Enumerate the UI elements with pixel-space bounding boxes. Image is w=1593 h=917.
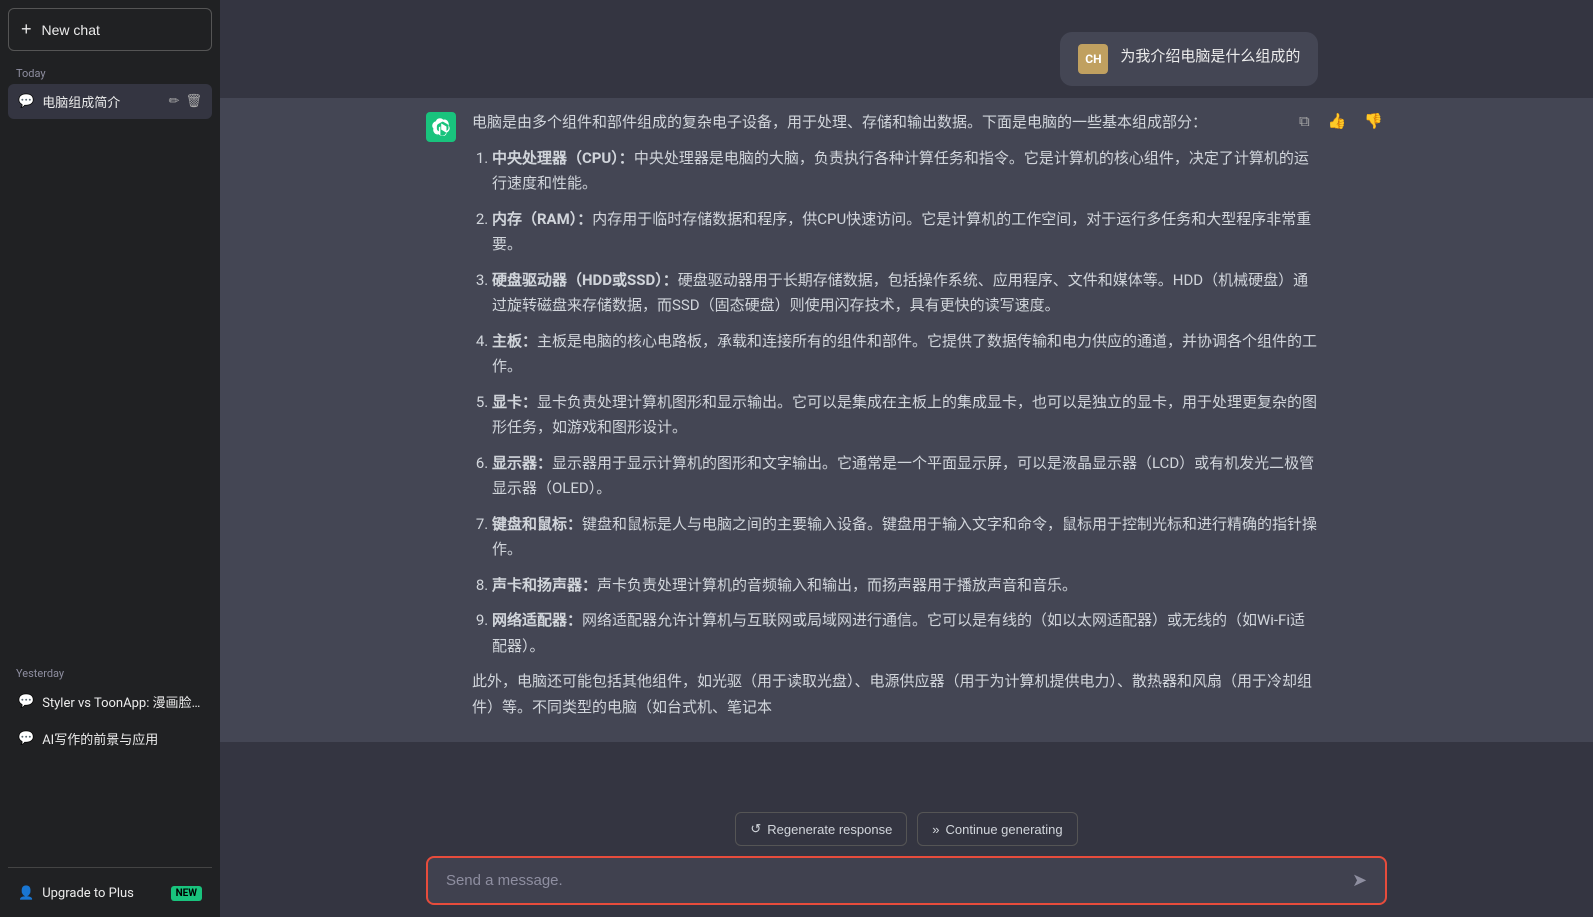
- regenerate-label: Regenerate response: [767, 822, 892, 837]
- continue-label: Continue generating: [946, 822, 1063, 837]
- component-4: 主板：主板是电脑的核心电路板，承载和连接所有的组件和部件。它提供了数据传输和电力…: [492, 329, 1318, 380]
- copy-icon[interactable]: ⧉: [1295, 110, 1314, 132]
- regenerate-icon: ↺: [750, 821, 761, 837]
- chat-item-left-3: 💬 AI写作的前景与应用: [18, 729, 202, 748]
- sidebar-bottom: 👤 Upgrade to Plus NEW: [8, 867, 212, 909]
- action-buttons-row: ↺ Regenerate response » Continue generat…: [735, 812, 1077, 846]
- assistant-intro-text: 电脑是由多个组件和部件组成的复杂电子设备，用于处理、存储和输出数据。下面是电脑的…: [472, 110, 1318, 136]
- component-3: 硬盘驱动器（HDD或SSD）：硬盘驱动器用于长期存储数据，包括操作系统、应用程序…: [492, 268, 1318, 319]
- continue-icon: »: [932, 822, 939, 837]
- chat-bubble-icon: 💬: [18, 94, 34, 109]
- send-button[interactable]: ➤: [1346, 866, 1373, 895]
- message-input-row: ➤: [426, 856, 1387, 905]
- user-avatar: CH: [1078, 44, 1108, 74]
- chat-item-yesterday-1[interactable]: 💬 Styler vs ToonApp: 漫画脸优差: [8, 684, 212, 719]
- chat-item-today-1[interactable]: 💬 电脑组成简介 ✏ 🗑: [8, 84, 212, 119]
- chat-item-left-2: 💬 Styler vs ToonApp: 漫画脸优差: [18, 692, 202, 711]
- chat-item-actions: ✏ 🗑: [169, 94, 202, 109]
- chat-item-left: 💬 电脑组成简介: [18, 92, 169, 111]
- gpt-avatar: [426, 112, 456, 142]
- edit-icon[interactable]: ✏: [169, 94, 180, 109]
- main-content: CH 为我介绍电脑是什么组成的 电脑是由多个组件和部件组成的复杂电子设备，用于处…: [220, 0, 1593, 917]
- upgrade-to-plus[interactable]: 👤 Upgrade to Plus NEW: [8, 878, 212, 909]
- chat-item-text-2: Styler vs ToonApp: 漫画脸优差: [42, 692, 202, 711]
- yesterday-section-label: Yesterday: [8, 661, 212, 684]
- plus-icon: +: [21, 19, 32, 40]
- component-8: 声卡和扬声器：声卡负责处理计算机的音频输入和输出，而扬声器用于播放声音和音乐。: [492, 573, 1318, 599]
- component-9: 网络适配器：网络适配器允许计算机与互联网或局域网进行通信。它可以是有线的（如以太…: [492, 608, 1318, 659]
- assistant-content: 电脑是由多个组件和部件组成的复杂电子设备，用于处理、存储和输出数据。下面是电脑的…: [426, 110, 1318, 730]
- component-1: 中央处理器（CPU）：中央处理器是电脑的大脑，负责执行各种计算任务和指令。它是计…: [492, 146, 1318, 197]
- thumbup-icon[interactable]: 👍: [1324, 110, 1351, 132]
- chat-item-text: 电脑组成简介: [42, 92, 120, 111]
- upgrade-left: 👤 Upgrade to Plus: [18, 886, 134, 901]
- component-5: 显卡：显卡负责处理计算机图形和显示输出。它可以是集成在主板上的集成显卡，也可以是…: [492, 390, 1318, 441]
- user-question-text: 为我介绍电脑是什么组成的: [1120, 44, 1300, 68]
- new-chat-label: New chat: [42, 22, 100, 38]
- assistant-text: 电脑是由多个组件和部件组成的复杂电子设备，用于处理、存储和输出数据。下面是电脑的…: [472, 110, 1318, 730]
- bottom-bar: ↺ Regenerate response » Continue generat…: [220, 800, 1593, 917]
- new-badge: NEW: [171, 886, 202, 901]
- message-input[interactable]: [440, 862, 1346, 899]
- assistant-message-row: 电脑是由多个组件和部件组成的复杂电子设备，用于处理、存储和输出数据。下面是电脑的…: [220, 98, 1593, 742]
- upgrade-label: Upgrade to Plus: [42, 886, 134, 901]
- assistant-action-icons: ⧉ 👍 👎: [1295, 110, 1387, 132]
- components-list: 中央处理器（CPU）：中央处理器是电脑的大脑，负责执行各种计算任务和指令。它是计…: [472, 146, 1318, 660]
- chat-item-yesterday-2[interactable]: 💬 AI写作的前景与应用: [8, 721, 212, 756]
- chat-bubble-icon-3: 💬: [18, 731, 34, 746]
- assistant-footer-text: 此外，电脑还可能包括其他组件，如光驱（用于读取光盘）、电源供应器（用于为计算机提…: [472, 669, 1318, 720]
- component-7: 键盘和鼠标：键盘和鼠标是人与电脑之间的主要输入设备。键盘用于输入文字和命令，鼠标…: [492, 512, 1318, 563]
- send-icon: ➤: [1352, 870, 1367, 891]
- chat-bubble-icon-2: 💬: [18, 694, 34, 709]
- regenerate-button[interactable]: ↺ Regenerate response: [735, 812, 907, 846]
- sidebar: + New chat Today 💬 电脑组成简介 ✏ 🗑 Yesterday …: [0, 0, 220, 917]
- continue-generating-button[interactable]: » Continue generating: [917, 812, 1077, 846]
- delete-icon[interactable]: 🗑: [185, 94, 202, 109]
- user-bubble: CH 为我介绍电脑是什么组成的: [1060, 32, 1318, 86]
- user-message-row: CH 为我介绍电脑是什么组成的: [220, 20, 1593, 98]
- today-section-label: Today: [8, 61, 212, 84]
- component-6: 显示器：显示器用于显示计算机的图形和文字输出。它通常是一个平面显示屏，可以是液晶…: [492, 451, 1318, 502]
- user-avatar-initials: CH: [1085, 52, 1101, 66]
- chat-item-text-3: AI写作的前景与应用: [42, 729, 158, 748]
- user-icon: 👤: [18, 886, 34, 901]
- new-chat-button[interactable]: + New chat: [8, 8, 212, 51]
- component-2: 内存（RAM）：内存用于临时存储数据和程序，供CPU快速访问。它是计算机的工作空…: [492, 207, 1318, 258]
- thumbdown-icon[interactable]: 👎: [1360, 110, 1387, 132]
- chat-area: CH 为我介绍电脑是什么组成的 电脑是由多个组件和部件组成的复杂电子设备，用于处…: [220, 0, 1593, 800]
